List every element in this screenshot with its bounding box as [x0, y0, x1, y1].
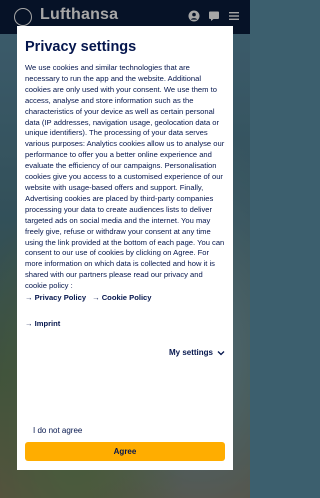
my-settings-toggle[interactable]: My settings — [169, 348, 225, 357]
imprint-link[interactable]: → Imprint — [25, 319, 60, 328]
arrow-right-icon: → — [25, 293, 33, 303]
not-agree-button[interactable]: I do not agree — [33, 426, 82, 435]
policy-links: → Privacy Policy → Cookie Policy — [25, 293, 225, 303]
privacy-body-text: We use cookies and similar technologies … — [25, 63, 225, 291]
cookie-policy-link[interactable]: → Cookie Policy — [92, 293, 151, 303]
chevron-down-icon — [217, 350, 225, 355]
my-settings-label: My settings — [168, 348, 213, 357]
agree-button[interactable]: Agree — [25, 442, 225, 461]
imprint-row: → Imprint — [25, 319, 225, 328]
privacy-policy-link[interactable]: → Privacy Policy — [25, 293, 86, 303]
arrow-right-icon: → — [25, 319, 33, 329]
privacy-settings-dialog: Privacy settings We use cookies and simi… — [17, 26, 233, 470]
dialog-title: Privacy settings — [25, 39, 137, 55]
privacy-policy-label: Privacy Policy — [34, 293, 87, 303]
arrow-right-icon: → — [92, 293, 100, 303]
cookie-policy-label: Cookie Policy — [101, 293, 152, 303]
imprint-label: Imprint — [34, 319, 61, 329]
